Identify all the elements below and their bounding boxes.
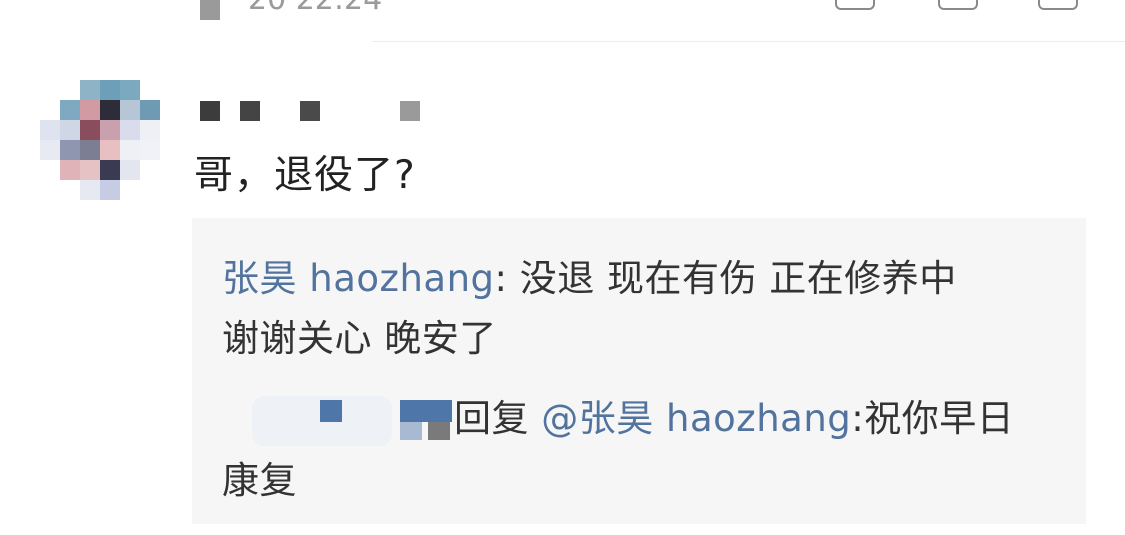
pixel-block [400,422,422,440]
top-timestamp: 20 22:24 [248,0,382,17]
reply-item: 回复 @张昊 haozhang:祝你早日 [454,388,1014,442]
like-icon[interactable] [1038,0,1078,10]
reply-text-continued: 康复 [222,459,297,502]
reply-thread[interactable]: 张昊 haozhang: 没退 现在有伤 正在修养中 谢谢关心 晚安了 回复 @… [192,218,1086,524]
reply-mention-link[interactable]: @张昊 haozhang [541,397,851,440]
avatar[interactable] [40,80,160,200]
reply-text-continued: 谢谢关心 晚安了 [222,317,497,360]
comment-icon[interactable] [938,0,978,10]
reply-author-link[interactable]: 张昊 haozhang [222,257,495,300]
divider [372,41,1125,42]
pixel-block [400,400,452,422]
reply-text: :祝你早日 [851,397,1015,440]
pixel-block [320,400,342,422]
reply-text: 没退 现在有伤 正在修养中 [519,257,957,300]
reply-separator: : [494,257,520,300]
comment-text: 哥，退役了? [194,153,416,198]
top-user-avatar-fragment [200,0,220,20]
reply-item: 张昊 haozhang: 没退 现在有伤 正在修养中 [222,248,957,302]
reply-prefix: 回复 [454,397,542,440]
pixel-block [428,422,450,440]
share-icon[interactable] [835,0,875,10]
